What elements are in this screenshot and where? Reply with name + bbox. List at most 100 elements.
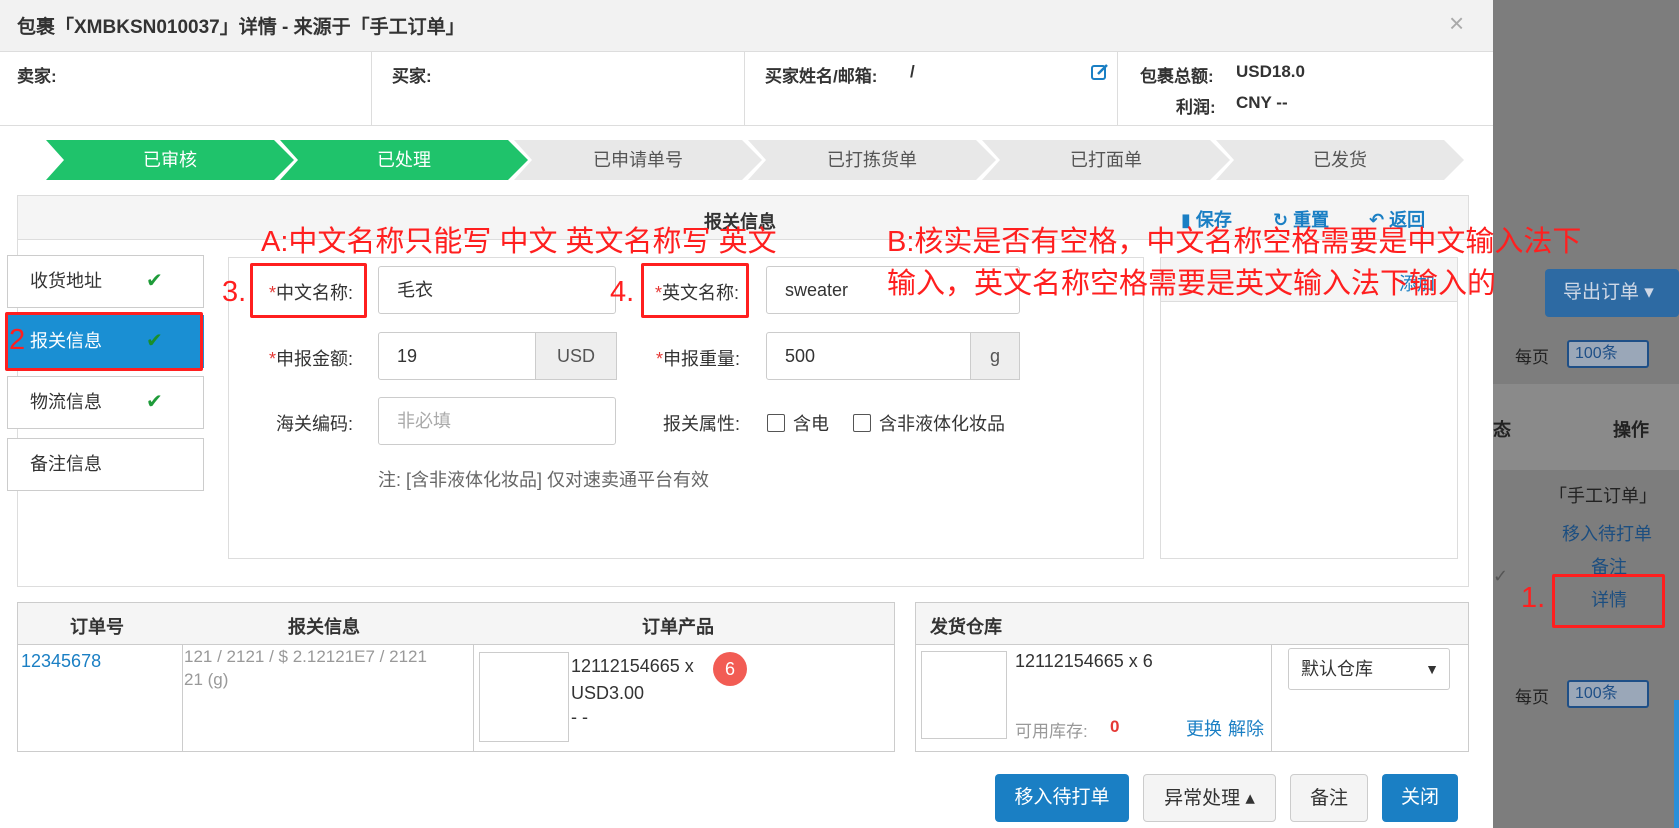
warehouse-select-value: 默认仓库 [1301,659,1373,679]
replace-link[interactable]: 更换 [1186,715,1222,741]
export-orders-button[interactable]: 导出订单 ▾ [1545,269,1679,317]
available-stock-value: 0 [1110,717,1120,736]
scroll-indicator [1674,700,1679,828]
cn-name-input[interactable]: 毛衣 [378,266,616,314]
step-label: 已打面单 [1070,150,1142,170]
cosmetics-checkbox[interactable] [853,414,871,432]
move-to-pending-link[interactable]: 移入待打单 [1562,520,1652,546]
modal-title: 包裹「XMBKSN010037」详情 - 来源于「手工订单」 [17,17,465,38]
per-page-label: 每页 [1515,348,1549,367]
exception-handling-button[interactable]: 异常处理 ▴ [1143,774,1276,822]
order-table-header: 订单号 报关信息 订单产品 [18,603,894,645]
check-icon: ✔ [146,391,163,413]
currency-suffix: USD [535,332,617,380]
step-label: 已发货 [1313,150,1367,170]
sidenav-item-logistics[interactable]: 物流信息 ✔ [7,376,204,429]
sidenav-item-remark[interactable]: 备注信息 [7,438,204,491]
total-value: USD18.0 [1236,62,1305,81]
column-operation-header: 操作 [1613,420,1649,440]
annotation-box-cn-name [250,263,367,318]
step-label-printed: 已打面单 [982,140,1230,180]
modal-header: 包裹「XMBKSN010037」详情 - 来源于「手工订单」 × [0,0,1493,52]
background-table-header [1493,384,1679,470]
remark-button[interactable]: 备注 [1290,774,1368,822]
battery-option-label: 含电 [793,414,829,434]
customs-attr-label: 报关属性: [662,414,740,434]
annotation-step-4: 4. [610,276,635,308]
warehouse-select[interactable]: 默认仓库 ▼ [1288,648,1450,690]
order-number-link[interactable]: 12345678 [21,651,101,672]
seller-label: 卖家: [17,67,57,86]
customs-info-line1: 121 / 2121 / $ 2.12121E7 / 2121 [184,647,427,666]
declared-weight-label: *申报重量: [655,349,740,369]
sidenav-item-address[interactable]: 收货地址 ✔ [7,255,204,308]
annotation-step-1: 1. [1521,582,1546,614]
close-icon[interactable]: × [1449,8,1464,39]
total-label: 包裹总额: [1140,67,1214,86]
order-source-text: 「手工订单」 [1549,486,1657,506]
sidenav-label: 物流信息 [30,392,102,412]
product-sku: 12112154665 x [571,656,694,676]
column-status-header: 态 [1493,420,1511,440]
quantity-badge: 6 [713,652,747,686]
warehouse-product-image [921,651,1007,739]
declared-weight-input[interactable]: 500 [766,332,971,380]
annotation-box-customs-tab [5,312,203,371]
battery-checkbox[interactable] [767,414,785,432]
warehouse-table-header: 发货仓库 [916,603,1468,645]
customs-side-box: 添加 [1160,257,1458,559]
weight-unit-suffix: g [970,332,1020,380]
order-table: 订单号 报关信息 订单产品 12345678 121 / 2121 / $ 2.… [17,602,895,752]
annotation-b-line1: B:核实是否有空格，中文名称空格需要是中文输入法下 [887,226,1582,258]
annotation-box-en-name [641,263,749,318]
cosmetics-option-label: 含非液体化妆品 [879,414,1005,434]
form-note: 注: [含非液体化妆品] 仅对速卖通平台有效 [378,470,710,490]
per-page-select[interactable]: 100条 [1567,340,1649,368]
parcel-info-bar: 卖家: 买家: 买家姓名/邮箱: / 包裹总额: USD18.0 利润: CNY… [0,52,1493,126]
step-tracking-applied: 已申请单号 [514,140,762,180]
hs-code-input[interactable]: 非必填 [378,397,616,445]
seller-cell: 卖家: [0,52,372,126]
check-icon: ✓ [1493,566,1509,586]
per-page-label-bottom: 每页 [1515,688,1549,707]
step-label: 已打拣货单 [827,150,917,170]
step-processed: 已处理 [280,140,528,180]
customs-info-line2: 21 (g) [184,670,229,689]
buyer-cell: 买家: [372,52,745,126]
annotation-step-3: 3. [222,276,247,308]
parcel-detail-modal: 包裹「XMBKSN010037」详情 - 来源于「手工订单」 × 卖家: 买家:… [0,0,1493,828]
annotation-b-line2: 输入，英文名称空格需要是英文输入法下输入的 [887,268,1497,300]
step-label: 已处理 [377,150,431,170]
declared-amount-input[interactable]: 19 [378,332,536,380]
buyer-name-label: 买家姓名/邮箱: [765,67,878,86]
hs-code-label: 海关编码: [275,414,353,434]
step-label: 已审核 [143,150,197,170]
unbind-link[interactable]: 解除 [1228,715,1264,741]
per-page-select-bottom[interactable]: 100条 [1567,680,1649,708]
col-order-products: 订单产品 [642,617,714,637]
step-audited: 已审核 [46,140,294,180]
buyer-name-cell: 买家姓名/邮箱: / [745,52,1118,126]
close-button[interactable]: 关闭 [1382,774,1458,822]
profit-value: CNY -- [1236,93,1288,112]
declared-amount-label: *申报金额: [268,349,353,369]
product-image [479,652,569,742]
profit-label: 利润: [1176,98,1216,117]
sidenav-label: 备注信息 [30,454,102,474]
chevron-down-icon: ▼ [1425,661,1439,677]
annotation-box-detail [1552,574,1665,628]
buyer-label: 买家: [392,67,432,86]
product-extra: - - [571,707,588,727]
step-picklist-printed: 已打拣货单 [748,140,996,180]
step-label: 已申请单号 [593,150,683,170]
warehouse-sku: 12112154665 x 6 [1015,651,1153,671]
col-warehouse: 发货仓库 [930,617,1002,637]
move-to-pending-button[interactable]: 移入待打单 [995,774,1129,822]
column-divider [182,645,183,751]
sidenav-label: 收货地址 [30,271,102,291]
col-customs-info: 报关信息 [288,617,360,637]
edit-icon[interactable] [1090,62,1110,82]
product-price: USD3.00 [571,683,645,703]
col-order-no: 订单号 [70,617,124,637]
column-divider [473,645,474,751]
